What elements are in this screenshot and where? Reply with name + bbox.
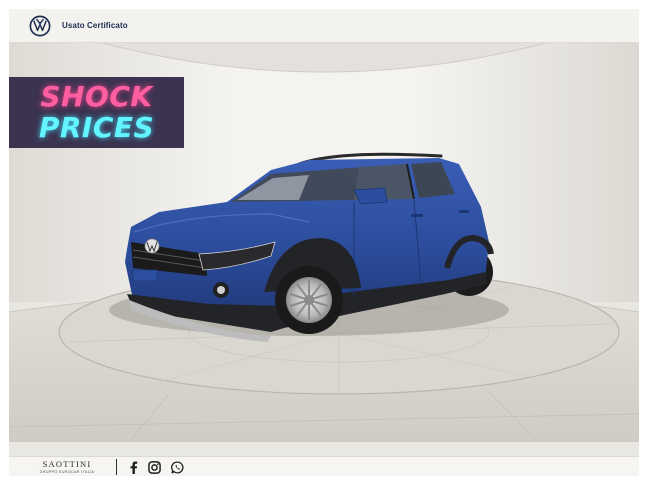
header-bar: Usato Certificato [9, 9, 639, 43]
social-links [129, 460, 194, 474]
footer-divider [116, 459, 117, 475]
promo-banner: SHOCK PRICES [9, 77, 184, 148]
header-label: Usato Certificato [62, 21, 128, 30]
whatsapp-icon[interactable] [171, 460, 184, 474]
promo-line-2: PRICES [38, 111, 155, 144]
dealer-logo: SAOTTINI GRUPPO EUROCAR ITALIA [33, 460, 101, 474]
facebook-icon[interactable] [129, 461, 138, 474]
volkswagen-logo-icon [29, 15, 51, 36]
footer-bar: SAOTTINI GRUPPO EUROCAR ITALIA [9, 456, 639, 476]
dealer-group: GRUPPO EUROCAR ITALIA [39, 469, 95, 474]
promo-line-1: SHOCK [40, 80, 153, 113]
instagram-icon[interactable] [148, 460, 161, 474]
listing-image-frame: Usato Certificato SHOCK PRICES SAOTTINI … [9, 9, 639, 476]
dealer-name: SAOTTINI [42, 459, 92, 470]
